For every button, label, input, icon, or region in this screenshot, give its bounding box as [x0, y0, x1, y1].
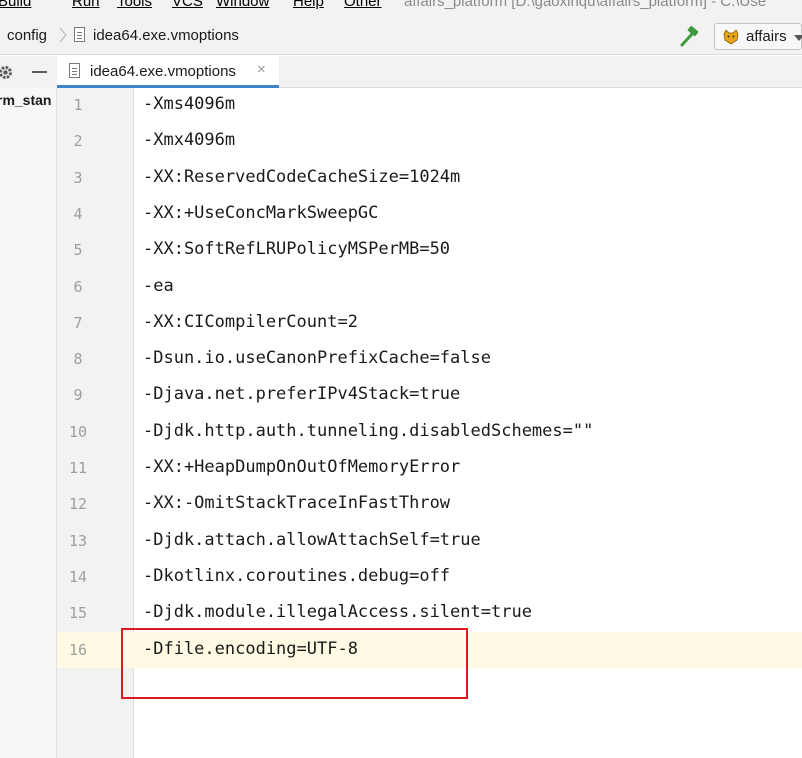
line-number: 1	[73, 96, 83, 114]
code-line[interactable]: -XX:CICompilerCount=2	[143, 312, 358, 332]
run-config-selector[interactable]: affairs	[714, 23, 802, 50]
chevron-down-icon	[794, 35, 802, 41]
code-line[interactable]: -ea	[143, 276, 174, 296]
menu-build[interactable]: Build	[0, 0, 31, 10]
run-config-label: affairs	[746, 28, 787, 45]
navigation-bar: config idea64.exe.vmoptions affairs	[0, 18, 802, 55]
line-number: 4	[73, 205, 83, 223]
code-line[interactable]: -Djdk.attach.allowAttachSelf=true	[143, 530, 481, 550]
file-icon	[74, 27, 85, 42]
line-number: 5	[73, 241, 83, 259]
line-number: 15	[68, 604, 88, 622]
line-number: 11	[68, 459, 88, 477]
tab-idea64-vmoptions[interactable]: idea64.exe.vmoptions ×	[57, 56, 279, 88]
menu-bar: Build Run Tools VCS Window Help Other af…	[0, 0, 802, 18]
code-line[interactable]: -Djava.net.preferIPv4Stack=true	[143, 384, 460, 404]
editor-tab-bar: idea64.exe.vmoptions ×	[57, 56, 802, 88]
line-number: 9	[73, 386, 83, 404]
code-line[interactable]: -Dkotlinx.coroutines.debug=off	[143, 566, 450, 586]
code-line[interactable]: -XX:+UseConcMarkSweepGC	[143, 203, 378, 223]
project-panel: rm_stan	[0, 56, 57, 758]
gear-icon[interactable]	[0, 64, 14, 81]
red-annotation-box	[121, 628, 468, 699]
line-number: 8	[73, 350, 83, 368]
line-number: 12	[68, 495, 88, 513]
code-line[interactable]: -Xms4096m	[143, 94, 235, 114]
menu-help[interactable]: Help	[293, 0, 324, 10]
line-number: 14	[68, 568, 88, 586]
tab-label: idea64.exe.vmoptions	[90, 63, 236, 80]
code-line[interactable]: -Dsun.io.useCanonPrefixCache=false	[143, 348, 491, 368]
menu-other[interactable]: Other	[344, 0, 382, 10]
line-number: 10	[68, 423, 88, 441]
breadcrumb-config[interactable]: config	[7, 27, 47, 44]
build-hammer-icon[interactable]	[679, 25, 701, 47]
project-panel-toolbar	[0, 56, 57, 88]
line-number: 2	[73, 132, 83, 150]
menu-window[interactable]: Window	[216, 0, 269, 10]
code-line[interactable]: -XX:+HeapDumpOnOutOfMemoryError	[143, 457, 460, 477]
code-line[interactable]: -XX:ReservedCodeCacheSize=1024m	[143, 167, 460, 187]
code-line[interactable]: -XX:SoftRefLRUPolicyMSPerMB=50	[143, 239, 450, 259]
close-icon[interactable]: ×	[257, 62, 266, 77]
minimize-icon[interactable]	[32, 71, 47, 73]
code-line[interactable]: -Xmx4096m	[143, 130, 235, 150]
menu-tools[interactable]: Tools	[117, 0, 152, 10]
window-title: affairs_platform [D:\gaoxinqu\affairs_pl…	[404, 0, 767, 10]
code-line[interactable]: -Djdk.module.illegalAccess.silent=true	[143, 602, 532, 622]
menu-vcs[interactable]: VCS	[172, 0, 203, 10]
tomcat-icon	[723, 29, 739, 45]
line-number: 16	[68, 641, 88, 659]
menu-run[interactable]: Run	[72, 0, 100, 10]
project-tree-item[interactable]: rm_stan	[0, 92, 51, 108]
line-number: 7	[73, 314, 83, 332]
breadcrumb-separator-icon	[59, 27, 67, 43]
line-number: 3	[73, 169, 83, 187]
breadcrumb-file[interactable]: idea64.exe.vmoptions	[93, 27, 239, 44]
code-line[interactable]: -Djdk.http.auth.tunneling.disabledScheme…	[143, 421, 593, 441]
file-icon	[69, 63, 80, 78]
code-line[interactable]: -XX:-OmitStackTraceInFastThrow	[143, 493, 450, 513]
line-number: 13	[68, 532, 88, 550]
line-number: 6	[73, 278, 83, 296]
